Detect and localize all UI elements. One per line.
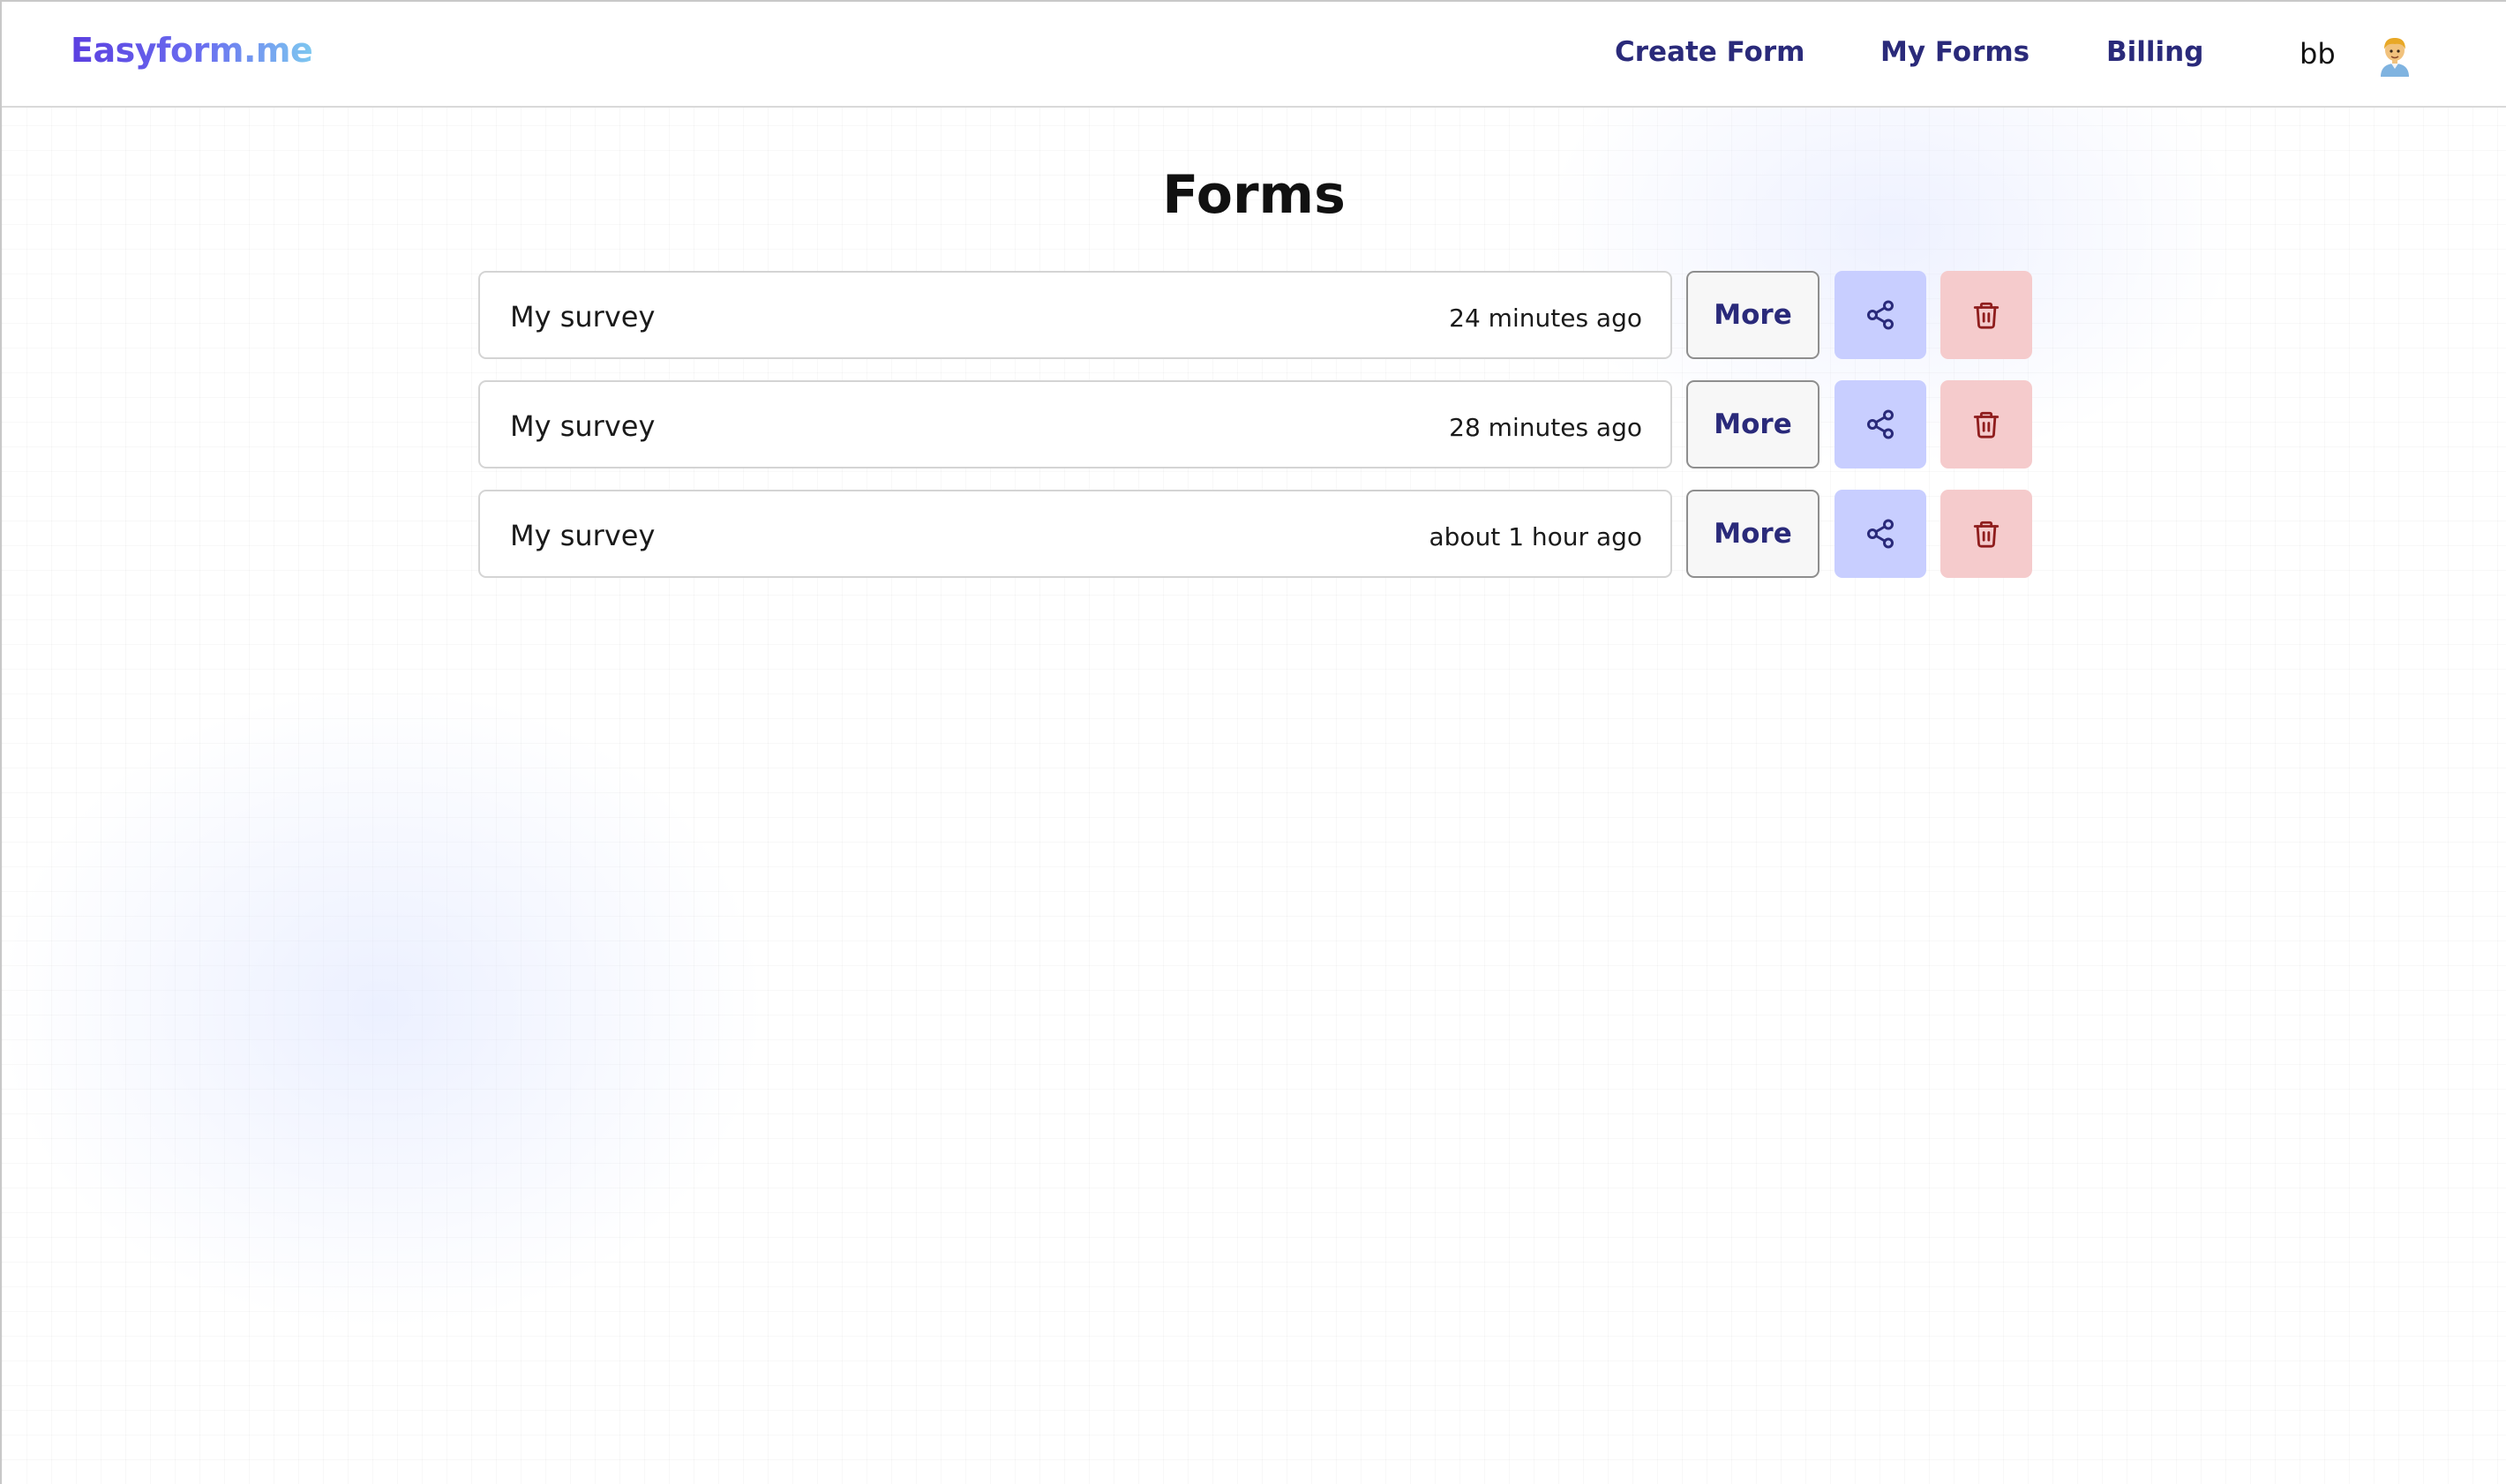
delete-button[interactable] — [1940, 490, 2032, 578]
form-name: My survey — [510, 519, 656, 552]
trash-icon — [1971, 299, 2001, 331]
share-button[interactable] — [1834, 380, 1926, 468]
form-name: My survey — [510, 409, 656, 443]
share-button[interactable] — [1834, 490, 1926, 578]
page-title: Forms — [1162, 164, 1346, 226]
share-icon — [1864, 408, 1896, 440]
user-name: bb — [2300, 37, 2336, 71]
share-icon — [1864, 299, 1896, 331]
trash-icon — [1971, 518, 2001, 550]
form-updated-time: 24 minutes ago — [1449, 304, 1642, 333]
delete-button[interactable] — [1940, 380, 2032, 468]
nav-create-form[interactable]: Create Form — [1615, 36, 1804, 68]
form-updated-time: 28 minutes ago — [1449, 413, 1642, 442]
nav-billing[interactable]: Billing — [2106, 36, 2203, 68]
form-name: My survey — [510, 300, 656, 334]
more-button[interactable]: More — [1686, 271, 1819, 359]
form-card[interactable]: My survey 28 minutes ago — [478, 380, 1672, 468]
form-updated-time: about 1 hour ago — [1429, 522, 1643, 551]
share-button[interactable] — [1834, 271, 1926, 359]
person-avatar-icon[interactable] — [2377, 35, 2412, 78]
trash-icon — [1971, 408, 2001, 440]
more-button[interactable]: More — [1686, 380, 1819, 468]
navbar: Easyform.me Create Form My Forms Billing… — [2, 2, 2506, 108]
more-button[interactable]: More — [1686, 490, 1819, 578]
form-card[interactable]: My survey about 1 hour ago — [478, 490, 1672, 578]
logo[interactable]: Easyform.me — [71, 31, 313, 70]
delete-button[interactable] — [1940, 271, 2032, 359]
form-card[interactable]: My survey 24 minutes ago — [478, 271, 1672, 359]
page: Easyform.me Create Form My Forms Billing… — [0, 0, 2506, 1484]
nav-my-forms[interactable]: My Forms — [1880, 36, 2030, 68]
share-icon — [1864, 518, 1896, 550]
